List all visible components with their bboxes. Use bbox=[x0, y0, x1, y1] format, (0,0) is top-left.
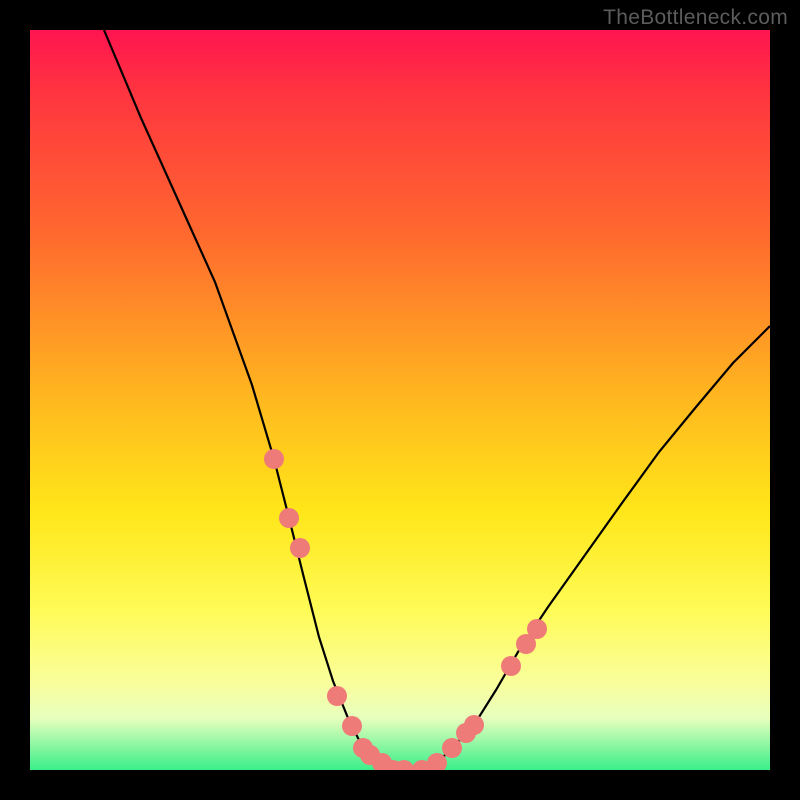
marker-dot bbox=[264, 449, 284, 469]
chart-frame: TheBottleneck.com bbox=[0, 0, 800, 800]
marker-dot bbox=[279, 508, 299, 528]
marker-dot bbox=[342, 716, 362, 736]
marker-dot bbox=[527, 619, 547, 639]
marker-dot bbox=[501, 656, 521, 676]
plot-area bbox=[30, 30, 770, 770]
marker-dot bbox=[442, 738, 462, 758]
marker-dot bbox=[290, 538, 310, 558]
marker-dot bbox=[327, 686, 347, 706]
marker-dot bbox=[464, 715, 484, 735]
main-curve bbox=[104, 30, 770, 770]
marker-group bbox=[264, 449, 547, 770]
curve-svg bbox=[30, 30, 770, 770]
watermark-text: TheBottleneck.com bbox=[603, 6, 788, 30]
